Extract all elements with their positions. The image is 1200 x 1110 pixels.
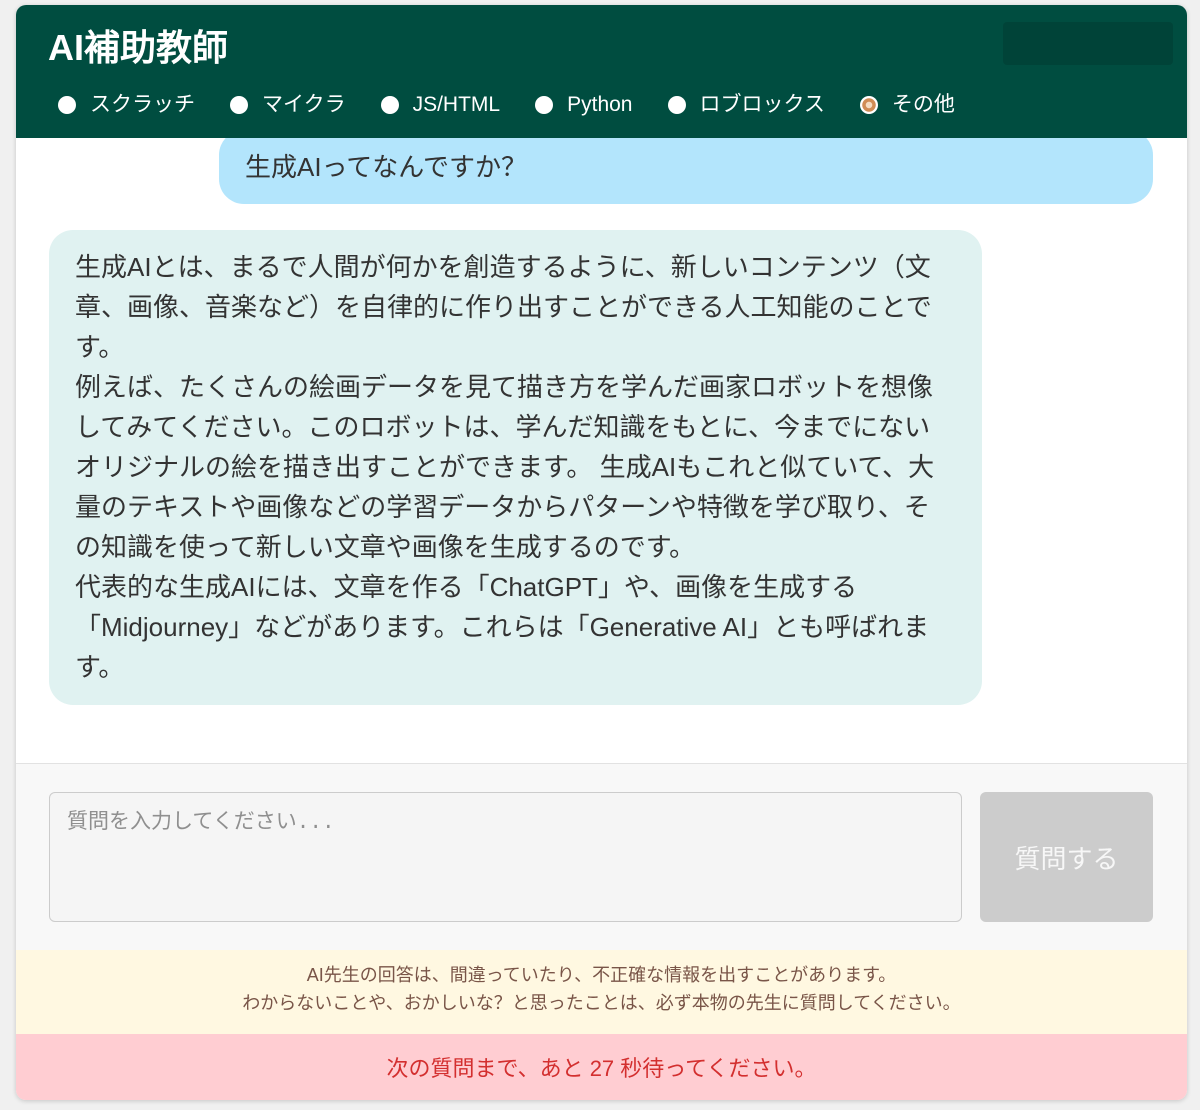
category-label: マイクラ bbox=[262, 93, 346, 116]
category-radio-js-html[interactable] bbox=[380, 96, 399, 114]
header-redacted-box bbox=[1003, 22, 1173, 65]
category-option-python[interactable]: Python bbox=[535, 91, 633, 119]
disclaimer-notice: AI先生の回答は、間違っていたり、不正確な情報を出すことがあります。 わからない… bbox=[16, 950, 1187, 1034]
user-message-bubble: 生成AIってなんですか？ bbox=[219, 138, 1153, 204]
category-option-js-html[interactable]: JS/HTML bbox=[380, 91, 501, 119]
category-label: ロブロックス bbox=[699, 93, 825, 116]
submit-question-button[interactable]: 質問する bbox=[980, 792, 1153, 922]
disclaimer-line: AI先生の回答は、間違っていたり、不正確な情報を出すことがあります。 bbox=[306, 965, 897, 985]
question-input[interactable] bbox=[49, 792, 962, 922]
category-option-roblox[interactable]: ロブロックス bbox=[667, 91, 825, 119]
category-radio-minecraft[interactable] bbox=[230, 96, 248, 114]
category-option-scratch[interactable]: スクラッチ bbox=[58, 91, 195, 119]
category-radio-python[interactable] bbox=[535, 96, 554, 114]
cooldown-message: 次の質問まで、あと 27 秒待ってください。 bbox=[386, 1056, 817, 1081]
category-label: JS/HTML bbox=[412, 93, 501, 116]
app-header: AI補助教師 スクラッチ マイクラ JS/HTML Python ロブロックス bbox=[16, 5, 1187, 138]
assistant-message-paragraph: 例えば、たくさんの絵画データを見て描き方を学んだ画家ロボットを想像してみてくださ… bbox=[75, 372, 935, 562]
app-card: AI補助教師 スクラッチ マイクラ JS/HTML Python ロブロックス bbox=[16, 5, 1187, 1100]
category-label: Python bbox=[567, 93, 633, 116]
category-option-other[interactable]: その他 bbox=[859, 91, 955, 119]
category-label: スクラッチ bbox=[90, 93, 195, 116]
disclaimer-line: わからないことや、おかしいな？と思ったことは、必ず本物の先生に質問してください。 bbox=[242, 993, 961, 1013]
user-message-text: 生成AIってなんですか？ bbox=[245, 152, 527, 182]
app-title: AI補助教師 bbox=[48, 27, 229, 68]
assistant-message-paragraph: 生成AIとは、まるで人間が何かを創造するように、新しいコンテンツ（文章、画像、音… bbox=[75, 252, 932, 362]
chat-messages: 生成AIってなんですか？ 生成AIとは、まるで人間が何かを創造するように、新しい… bbox=[49, 138, 1153, 705]
category-radio-other[interactable] bbox=[859, 96, 878, 114]
question-composer: 質問する bbox=[16, 763, 1187, 950]
category-label: その他 bbox=[891, 93, 955, 116]
assistant-message-bubble: 生成AIとは、まるで人間が何かを創造するように、新しいコンテンツ（文章、画像、音… bbox=[49, 230, 982, 705]
category-radio-group: スクラッチ マイクラ JS/HTML Python ロブロックス その他 bbox=[58, 91, 955, 119]
cooldown-banner: 次の質問まで、あと 27 秒待ってください。 bbox=[16, 1034, 1187, 1100]
category-radio-scratch[interactable] bbox=[58, 96, 76, 114]
assistant-message-paragraph: 代表的な生成AIには、文章を作る「ChatGPT」や、画像を生成する「Midjo… bbox=[75, 572, 930, 682]
category-radio-roblox[interactable] bbox=[667, 96, 686, 114]
category-option-minecraft[interactable]: マイクラ bbox=[230, 91, 346, 119]
chat-log: 生成AIってなんですか？ 生成AIとは、まるで人間が何かを創造するように、新しい… bbox=[16, 138, 1187, 763]
